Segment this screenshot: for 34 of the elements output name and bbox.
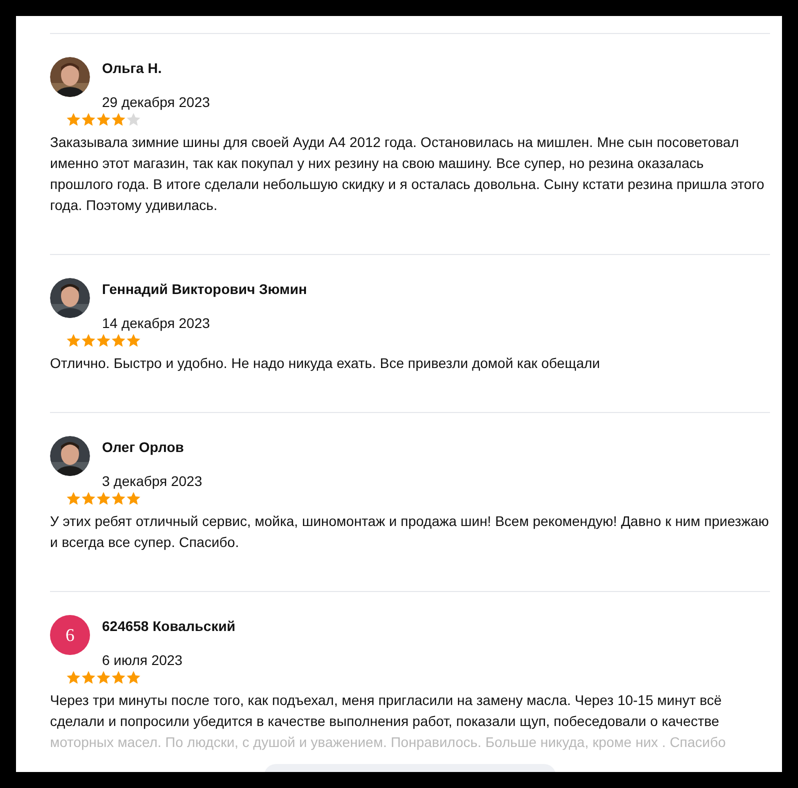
review-date: 6 июля 2023 xyxy=(102,651,184,669)
star-icon xyxy=(96,333,111,348)
review-text-faded: моторных масел. По людски, с душой и уважением. Понравилось. Больше никуда, кроме них . Спасибо xyxy=(50,733,727,752)
star-icon xyxy=(111,333,126,348)
review-text: Отлично. Быстро и удобно. Не надо никуда ехать. Все привезли домой как обещали xyxy=(50,354,601,373)
star-icon xyxy=(96,112,111,127)
author-name: Ольга Н. xyxy=(102,59,163,77)
star-icon xyxy=(96,670,111,685)
star-icon xyxy=(66,112,81,127)
author-name: Олег Орлов xyxy=(102,438,185,456)
avatar-initial: 6 xyxy=(50,615,90,655)
author-name: 624658 Ковальский xyxy=(102,617,236,635)
star-icon xyxy=(111,670,126,685)
star-icon xyxy=(111,491,126,506)
star-icon xyxy=(66,491,81,506)
review-date: 14 декабря 2023 xyxy=(102,314,211,332)
review-text: Заказывала зимние шины для своей Ауди А4 2012 года. Остановилась на мишлен. Мне сын посоветовал именно этот магазин, так как покупал у них резину на свою машину. Все супер, но резина оказалась прошлого года. В итоге сделали небольшую скидку и я осталась довольна. Сыну кстати резина пришла этого года. Поэтому удивилась. xyxy=(50,133,766,215)
star-icon xyxy=(81,112,96,127)
star-icon xyxy=(126,670,141,685)
star-icon xyxy=(81,670,96,685)
star-icon xyxy=(126,491,141,506)
review-date: 29 декабря 2023 xyxy=(102,93,210,111)
star-icon xyxy=(126,112,141,127)
review-text: Через три минуты после того, как подъехал, меня пригласили на замену масла. Через 10-15 минут всё сделали и попросили убедится в качестве выполнения работ, показали щуп, побеседовали о качестве xyxy=(50,691,723,731)
author-name: Геннадий Викторович Зюмин xyxy=(102,280,307,298)
star-icon xyxy=(81,333,96,348)
star-icon xyxy=(111,112,126,127)
review-text: У этих ребят отличный сервис, мойка, шиномонтаж и продажа шин! Всем рекомендую! Давно к ним приезжаю и всегда все супер. Спасибо. xyxy=(50,512,770,552)
star-icon xyxy=(96,491,111,506)
star-icon xyxy=(66,333,81,348)
review-date: 3 декабря 2023 xyxy=(102,472,202,490)
star-icon xyxy=(126,333,141,348)
star-icon xyxy=(66,670,81,685)
star-icon xyxy=(81,491,96,506)
